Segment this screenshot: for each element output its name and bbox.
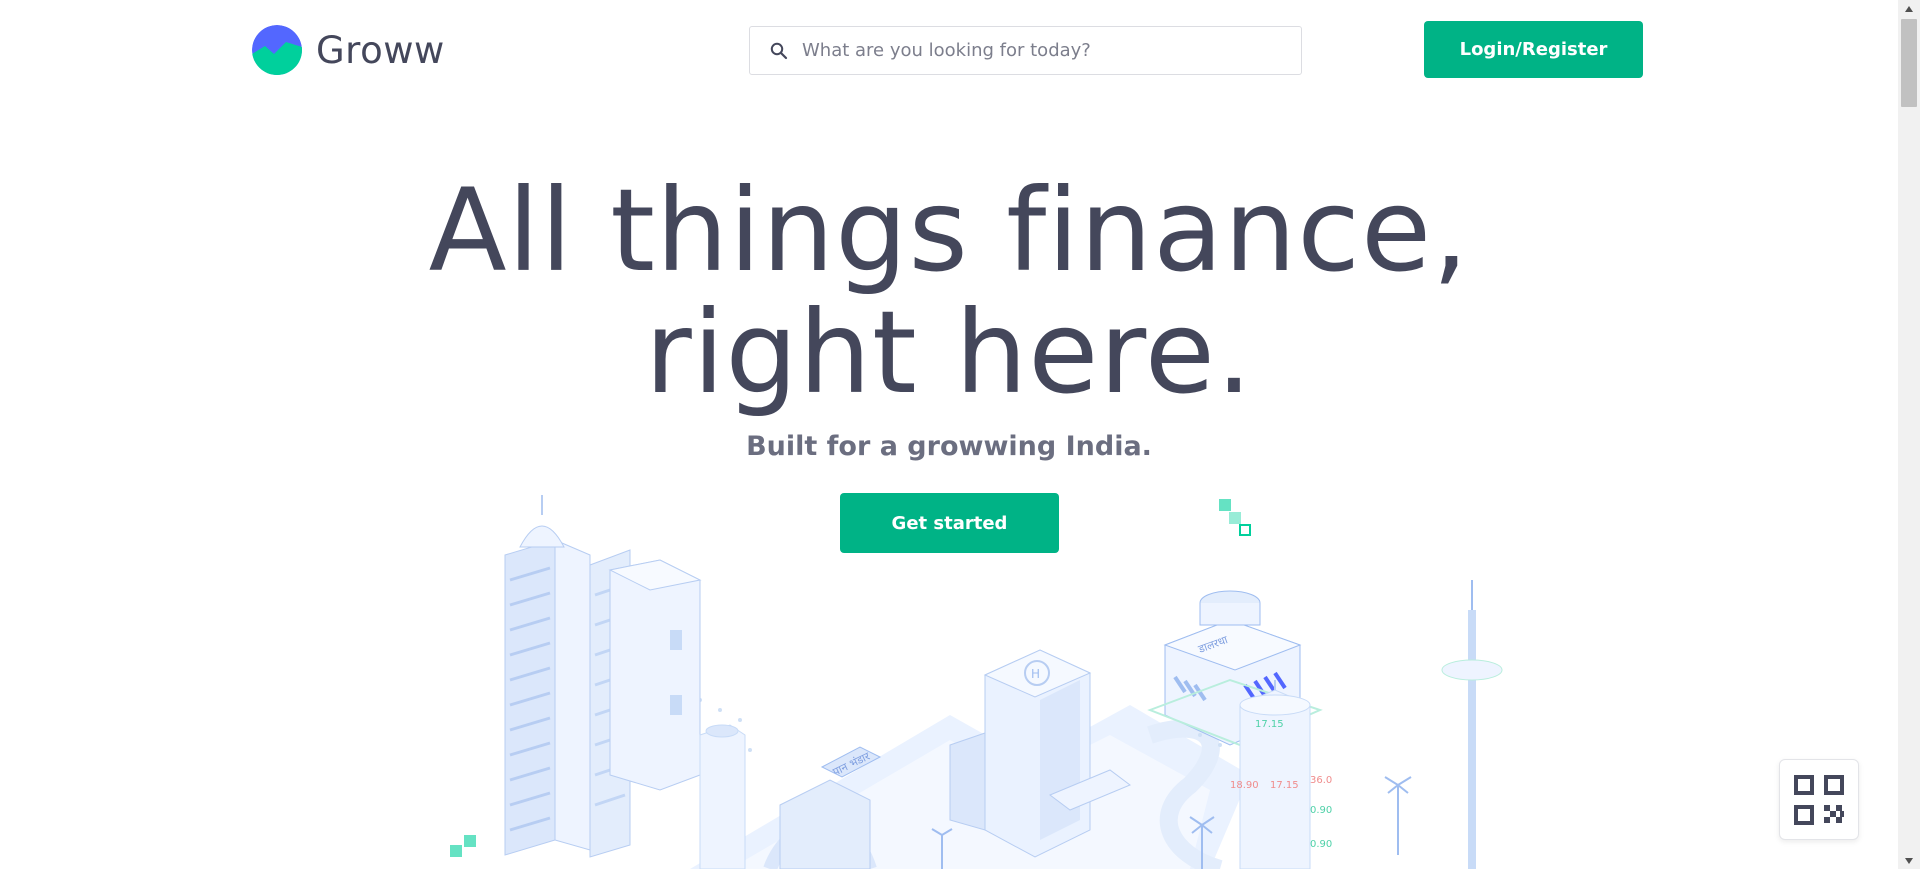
hero-title: All things finance, right here.	[0, 170, 1898, 414]
ticker-value: 17.15	[1270, 780, 1299, 791]
ticker-value: 0.90	[1310, 839, 1332, 850]
scrollbar-thumb[interactable]	[1901, 19, 1917, 107]
search-icon	[768, 40, 790, 62]
ticker-value: 0.90	[1310, 805, 1332, 816]
ticker-value: 18.90	[1230, 780, 1259, 791]
ticker-value: 17.15	[1255, 719, 1284, 730]
hero-title-line-1: All things finance,	[428, 164, 1470, 297]
search-bar[interactable]	[749, 26, 1302, 75]
svg-text:H: H	[1031, 667, 1040, 681]
scroll-down-arrow-icon[interactable]	[1898, 852, 1920, 869]
login-register-button[interactable]: Login/Register	[1424, 21, 1643, 78]
groww-logo[interactable]: Groww	[252, 25, 445, 75]
scrollbar[interactable]	[1898, 0, 1920, 869]
qr-code-icon	[1794, 774, 1844, 825]
brand-name: Groww	[316, 28, 445, 72]
ticker-value: 36.0	[1310, 775, 1332, 786]
page: Groww Login/Register All things finance,…	[0, 0, 1898, 869]
hero-title-line-2: right here.	[644, 286, 1254, 419]
groww-logo-icon	[252, 25, 302, 75]
search-input[interactable]	[800, 39, 1284, 62]
scroll-up-arrow-icon[interactable]	[1898, 0, 1920, 17]
qr-code-button[interactable]	[1779, 759, 1859, 840]
city-illustration: पान भंडार H डालरधा 17.15 18.90 17.15 36.…	[450, 495, 1503, 869]
hero-subtitle: Built for a growwing India.	[746, 431, 1152, 462]
